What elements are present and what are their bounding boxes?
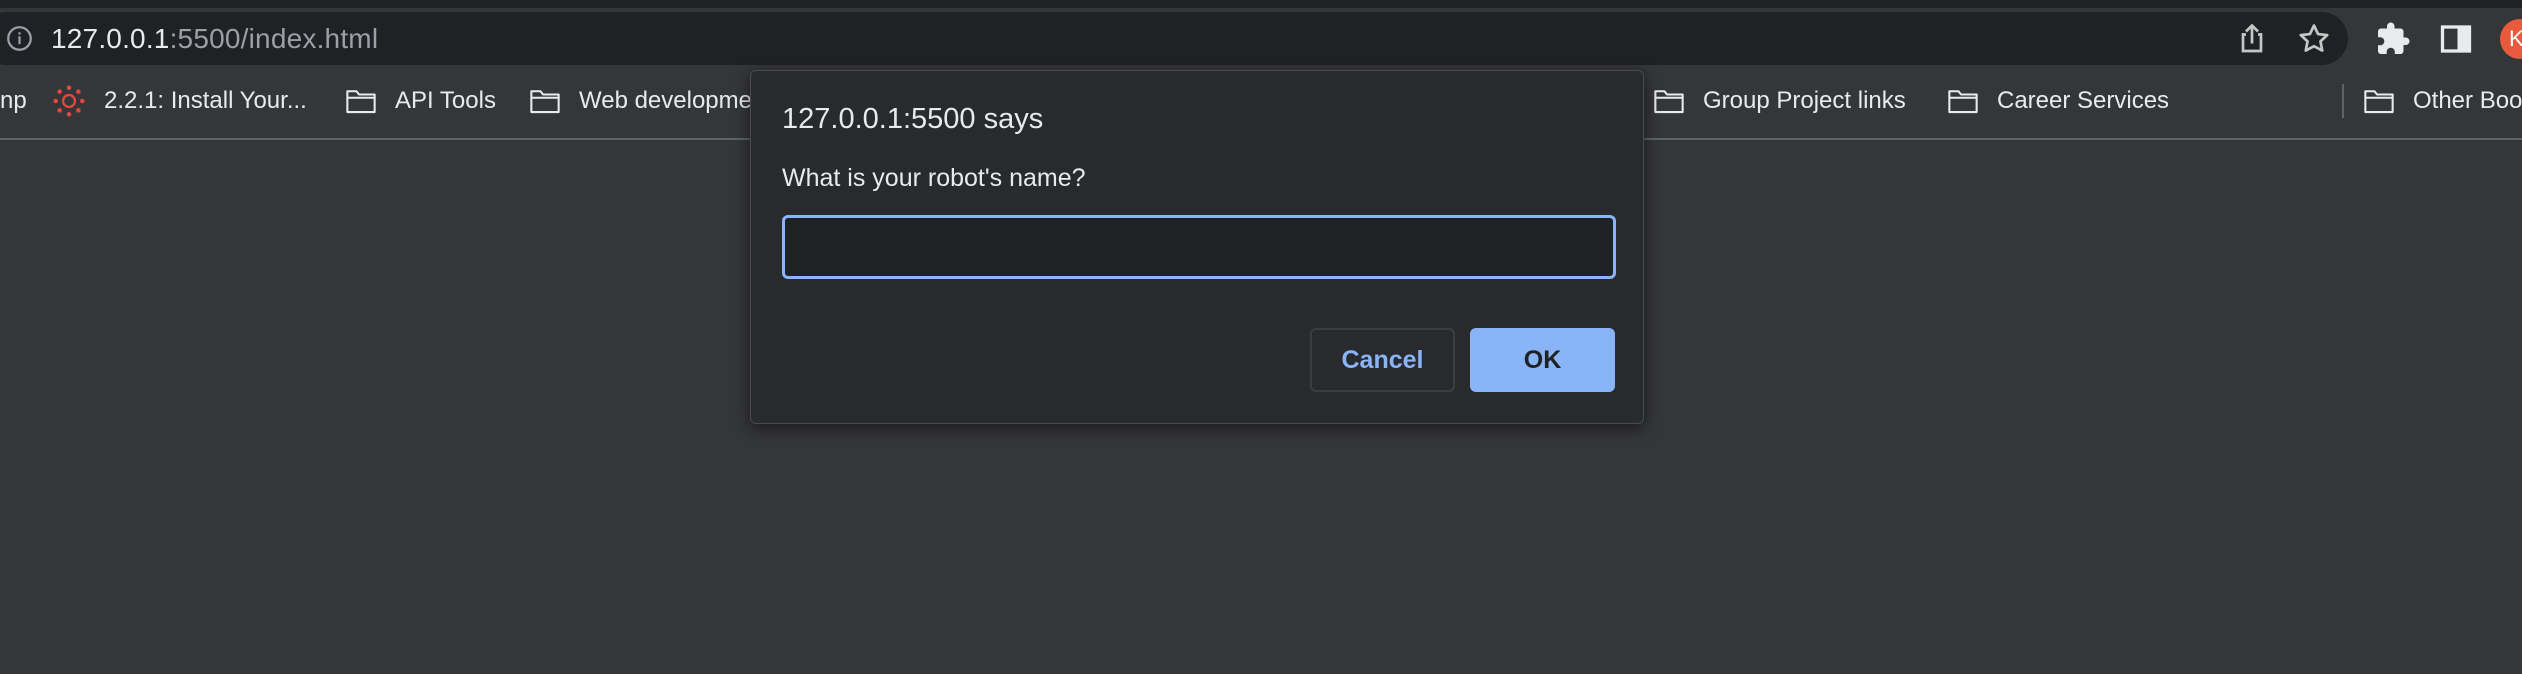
url-path: :5500/index.html <box>169 23 379 54</box>
bookmark-partial-label: np <box>0 87 27 114</box>
ok-button[interactable]: OK <box>1470 328 1615 392</box>
folder-icon <box>530 90 560 114</box>
robot-name-input[interactable] <box>782 215 1616 279</box>
profile-avatar[interactable]: K <box>2500 19 2522 59</box>
bookmark-label: API Tools <box>395 87 496 114</box>
bookmark-label: Group Project links <box>1703 87 1906 114</box>
share-icon[interactable] <box>2234 21 2270 57</box>
folder-icon <box>2364 90 2394 114</box>
bookmark-folder-career-services[interactable]: Career Services <box>1947 78 2169 124</box>
url-text[interactable]: 127.0.0.1:5500/index.html <box>51 21 378 57</box>
extensions-icon[interactable] <box>2375 21 2411 57</box>
tab-strip <box>0 0 2522 8</box>
prompt-dialog: 127.0.0.1:5500 says What is your robot's… <box>750 70 1644 424</box>
bookmark-star-icon[interactable] <box>2296 21 2332 57</box>
bookmark-folder-api-tools[interactable]: API Tools <box>345 78 496 124</box>
canvas-logo-icon <box>53 85 85 117</box>
bookmark-label: Career Services <box>1997 87 2170 114</box>
folder-icon <box>1948 90 1978 114</box>
dialog-message: What is your robot's name? <box>782 164 1086 192</box>
bookmark-install[interactable]: 2.2.1: Install Your... <box>52 78 307 124</box>
bookmark-folder-other-bookmarks[interactable]: Other Boo <box>2363 78 2522 124</box>
bookmark-folder-web-development[interactable]: Web developme <box>529 78 752 124</box>
folder-icon <box>346 90 376 114</box>
url-host: 127.0.0.1 <box>51 23 170 54</box>
side-panel-icon[interactable] <box>2438 21 2474 57</box>
folder-icon <box>1654 90 1684 114</box>
info-icon[interactable] <box>6 25 33 52</box>
bookmark-partial[interactable]: np <box>0 78 27 124</box>
bookmarks-separator <box>2342 84 2344 118</box>
bookmark-label: Other Boo <box>2413 87 2522 114</box>
bookmark-label: Web developme <box>579 87 752 114</box>
dialog-title: 127.0.0.1:5500 says <box>782 103 1044 135</box>
bookmark-label: 2.2.1: Install Your... <box>104 87 307 114</box>
cancel-button[interactable]: Cancel <box>1310 328 1455 392</box>
bookmark-folder-group-project-links[interactable]: Group Project links <box>1653 78 1906 124</box>
